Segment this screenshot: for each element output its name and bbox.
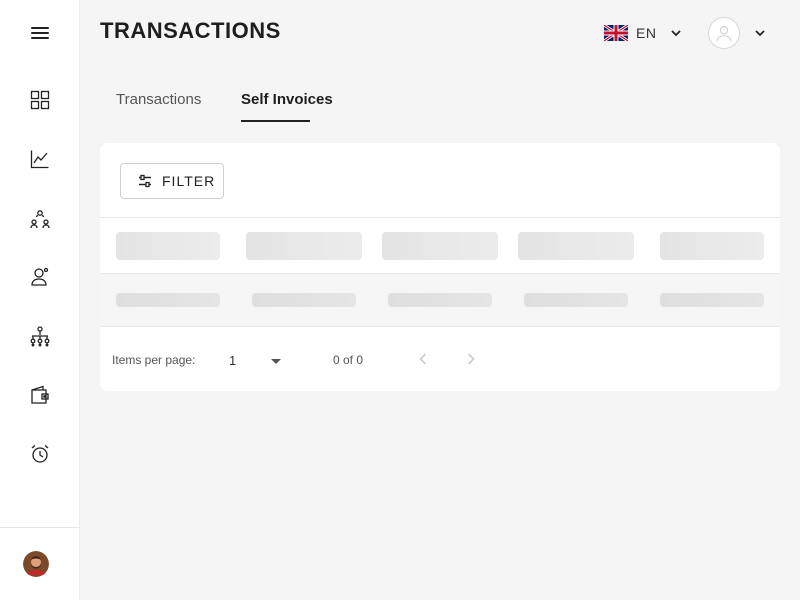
sliders-icon xyxy=(139,174,151,188)
chevron-down-icon xyxy=(755,30,765,37)
sidebar-divider xyxy=(0,527,80,528)
chevron-right-icon xyxy=(467,353,475,365)
skeleton-cell xyxy=(252,293,356,307)
active-tab-indicator xyxy=(241,120,310,122)
chevron-down-icon xyxy=(671,30,682,37)
profile-menu[interactable] xyxy=(708,17,766,49)
items-per-page-select[interactable]: 1 xyxy=(228,345,284,375)
skeleton-header-cell xyxy=(246,232,362,260)
skeleton-header-cell xyxy=(518,232,634,260)
sidebar xyxy=(0,0,80,600)
user-avatar[interactable] xyxy=(23,551,49,577)
language-code: EN xyxy=(636,25,657,41)
skeleton-header-cell xyxy=(382,232,498,260)
skeleton-header-cell xyxy=(660,232,764,260)
wallet-icon[interactable] xyxy=(28,383,52,407)
uk-flag-icon xyxy=(604,25,628,41)
page-range-label: 0 of 0 xyxy=(333,353,364,367)
user-icon xyxy=(708,17,740,49)
next-page-button[interactable] xyxy=(459,347,483,371)
page-title: TRANSACTIONS xyxy=(100,18,281,43)
users-network-icon[interactable] xyxy=(28,207,52,231)
table-header-row xyxy=(100,217,780,273)
transactions-card: FILTER Items per page: 1 0 of 0 xyxy=(100,143,780,391)
chart-line-icon[interactable] xyxy=(28,147,52,171)
skeleton-cell xyxy=(116,293,220,307)
hierarchy-icon[interactable] xyxy=(28,324,52,348)
language-selector[interactable]: EN xyxy=(604,22,682,44)
dashboard-grid-icon[interactable] xyxy=(28,88,52,112)
chevron-left-icon xyxy=(419,353,427,365)
timer-icon[interactable] xyxy=(28,442,52,466)
dropdown-arrow-icon xyxy=(271,359,281,364)
skeleton-cell xyxy=(524,293,628,307)
tab-self-invoices[interactable]: Self Invoices xyxy=(241,91,333,108)
filter-label: FILTER xyxy=(162,173,216,189)
user-settings-icon[interactable] xyxy=(28,265,52,289)
previous-page-button[interactable] xyxy=(411,347,435,371)
skeleton-cell xyxy=(660,293,764,307)
skeleton-header-cell xyxy=(116,232,220,260)
items-per-page-label: Items per page: xyxy=(112,353,196,367)
table-row xyxy=(100,273,780,327)
paginator: Items per page: 1 0 of 0 xyxy=(100,327,780,391)
items-per-page-value: 1 xyxy=(229,353,237,368)
skeleton-cell xyxy=(388,293,492,307)
tab-transactions[interactable]: Transactions xyxy=(116,91,201,108)
hamburger-menu-icon[interactable] xyxy=(28,24,52,42)
filter-button[interactable]: FILTER xyxy=(120,163,224,199)
